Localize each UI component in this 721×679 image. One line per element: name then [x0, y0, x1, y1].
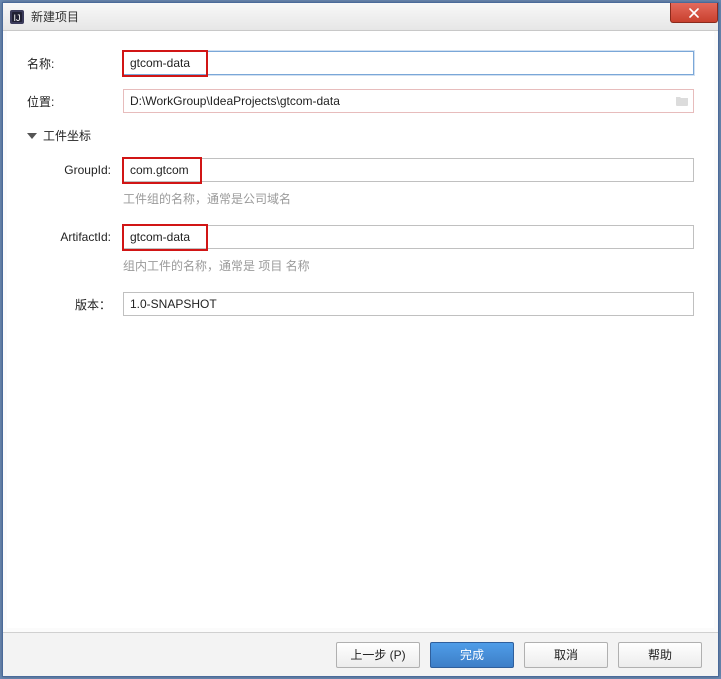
dialog-footer: 上一步 (P) 完成 取消 帮助 [3, 632, 718, 676]
dialog-content: 名称: 位置: 工件坐标 GroupId: [3, 31, 718, 632]
chevron-down-icon[interactable] [27, 133, 37, 139]
artifactid-input[interactable] [123, 225, 694, 249]
new-project-dialog: IJ 新建项目 名称: 位置: [2, 2, 719, 677]
previous-button[interactable]: 上一步 (P) [336, 642, 420, 668]
window-title: 新建项目 [31, 8, 79, 25]
location-input[interactable] [123, 89, 694, 113]
artifactid-hint: 组内工件的名称，通常是 项目 名称 [123, 257, 694, 274]
name-input[interactable] [123, 51, 694, 75]
titlebar: IJ 新建项目 [3, 3, 718, 31]
finish-button[interactable]: 完成 [430, 642, 514, 668]
location-label: 位置: [27, 93, 123, 110]
groupid-input[interactable] [123, 158, 694, 182]
version-label: 版本： [47, 296, 123, 313]
cancel-button[interactable]: 取消 [524, 642, 608, 668]
artifact-section: GroupId: 工件组的名称，通常是公司域名 ArtifactId: 组内工件… [27, 158, 694, 316]
groupid-label: GroupId: [47, 163, 123, 177]
close-button[interactable] [670, 3, 718, 23]
folder-icon[interactable] [674, 93, 690, 109]
app-icon: IJ [9, 9, 25, 25]
artifact-section-header: 工件坐标 [27, 127, 694, 144]
artifactid-label: ArtifactId: [47, 230, 123, 244]
help-button[interactable]: 帮助 [618, 642, 702, 668]
artifact-section-title: 工件坐标 [43, 127, 91, 144]
svg-text:IJ: IJ [13, 13, 20, 23]
groupid-hint: 工件组的名称，通常是公司域名 [123, 190, 694, 207]
version-input[interactable] [123, 292, 694, 316]
name-label: 名称: [27, 55, 123, 72]
